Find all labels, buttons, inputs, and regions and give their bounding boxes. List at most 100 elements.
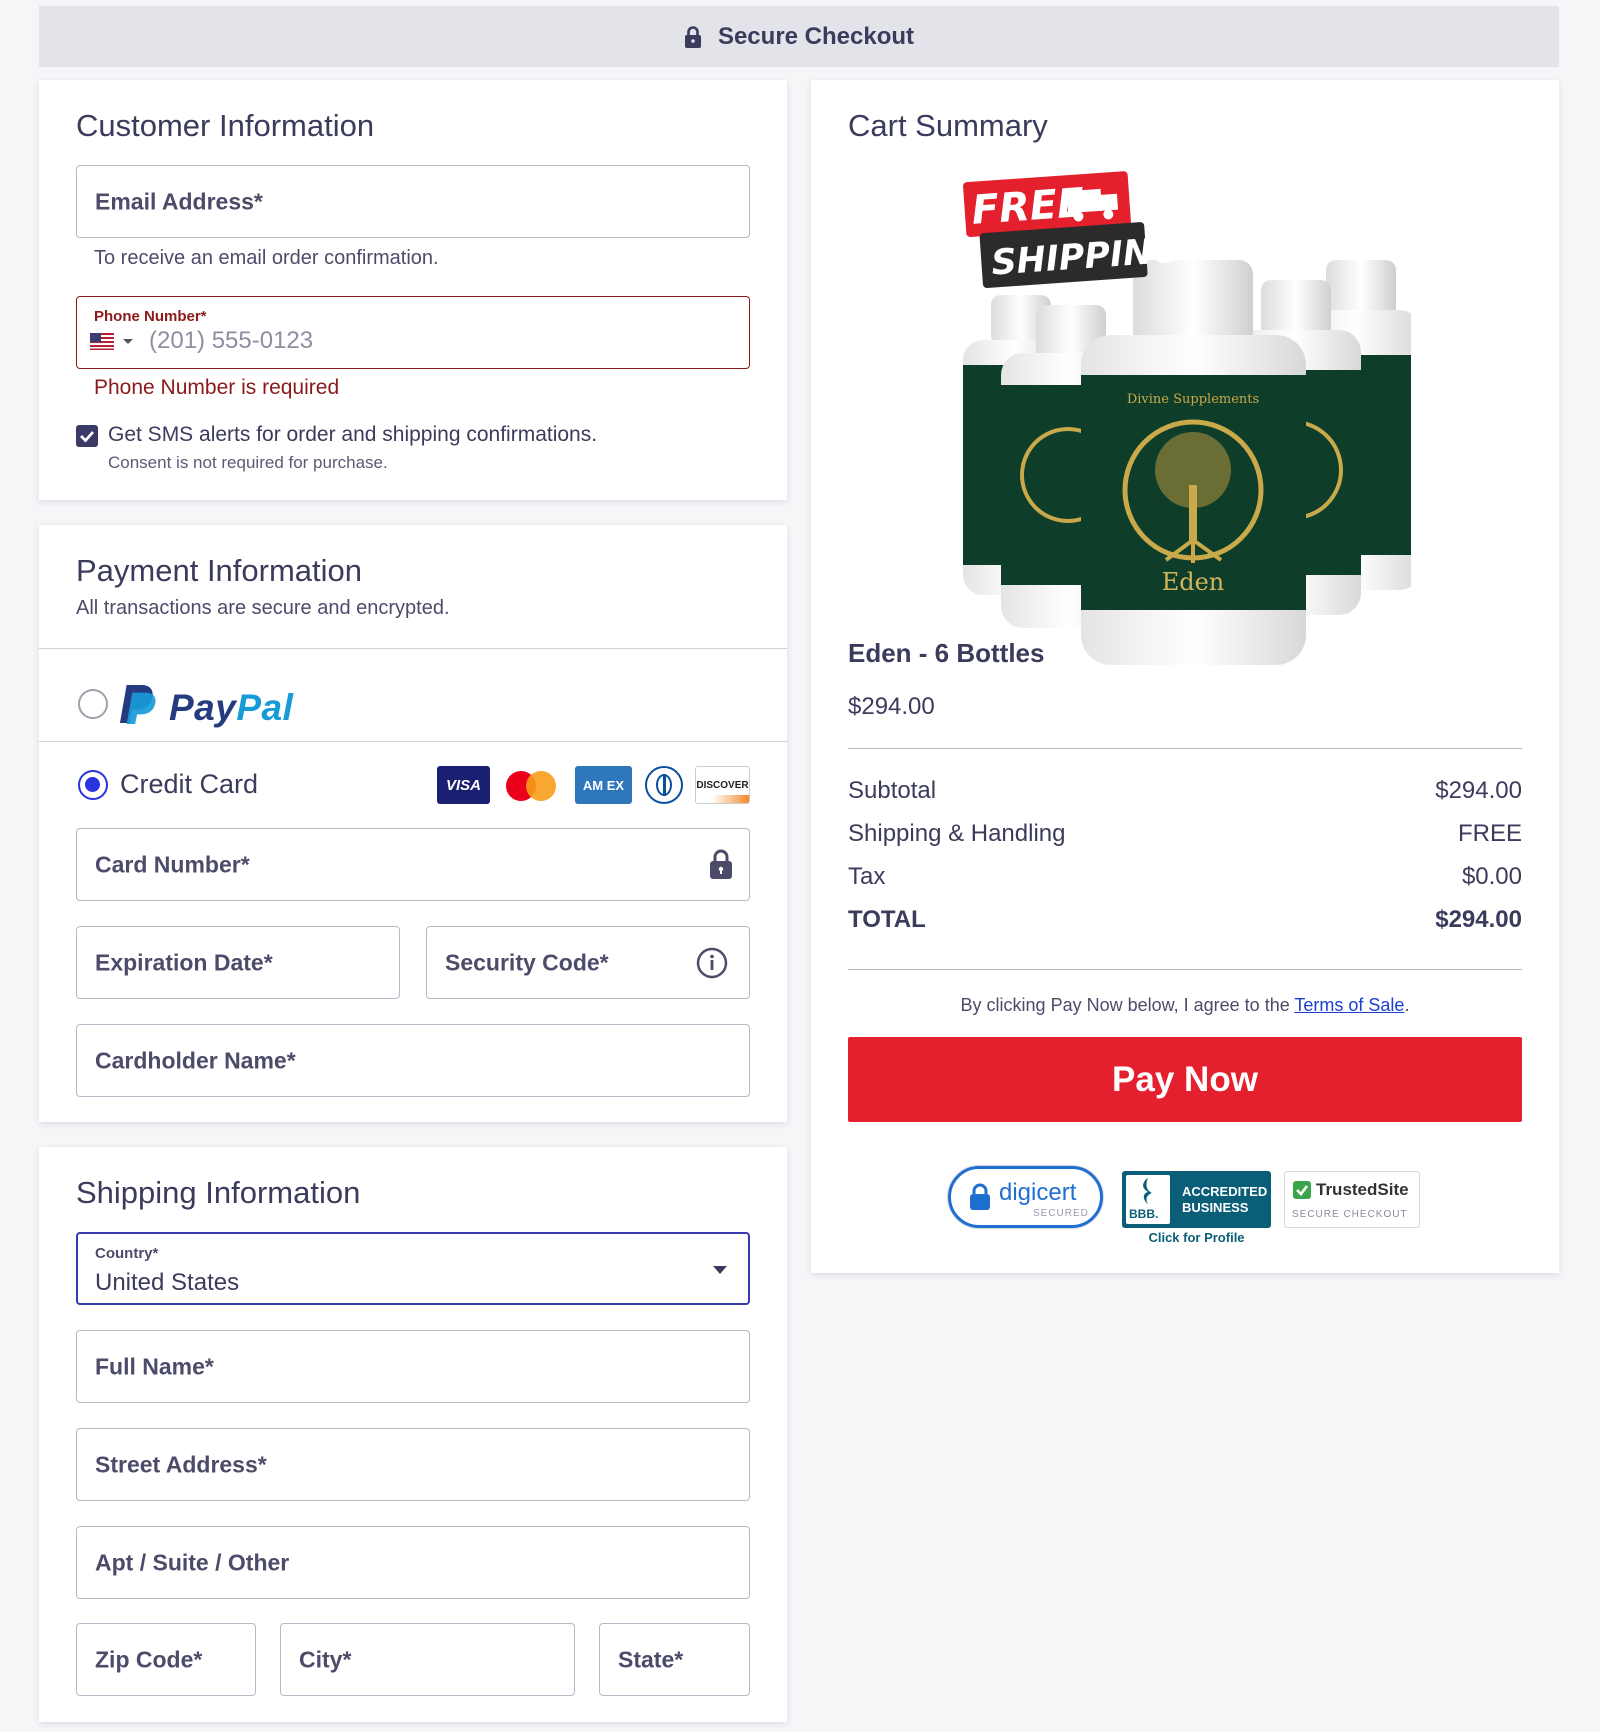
bbb-mark-text: BBB. (1129, 1207, 1159, 1221)
free-shipping-badge: FREE SHIPPING (963, 171, 1182, 289)
customer-information-title: Customer Information (76, 108, 375, 143)
expiration-date-field[interactable]: Expiration Date* (76, 926, 400, 999)
bottles-illustration: Divine Supplements Eden FREE SHIPPING (963, 171, 1421, 665)
country-code-selector[interactable] (90, 333, 134, 350)
full-name-label: Full Name* (95, 1353, 214, 1379)
security-code-label: Security Code* (445, 949, 609, 975)
secure-checkout-header: Secure Checkout (39, 6, 1559, 67)
shipping-information-title: Shipping Information (76, 1175, 361, 1210)
email-help-text: To receive an email order confirmation. (94, 247, 439, 269)
email-field-label: Email Address* (95, 188, 263, 214)
tax-value: $0.00 (1461, 863, 1522, 890)
payment-subtitle: All transactions are secure and encrypte… (76, 597, 450, 619)
us-flag-icon (90, 333, 114, 350)
divider (848, 748, 1522, 749)
state-label: State* (618, 1646, 684, 1672)
street-address-field[interactable]: Street Address* (76, 1428, 750, 1501)
paypal-logo-icon (119, 685, 156, 724)
bbb-badge[interactable]: BBB. ACCREDITED BUSINESS (1122, 1171, 1271, 1228)
cardholder-name-label: Cardholder Name* (95, 1047, 296, 1073)
terms-of-sale-link[interactable]: Terms of Sale (1294, 995, 1404, 1015)
product-name: Eden - 6 Bottles (848, 638, 1045, 668)
discover-logo-icon: DISCOVER (695, 766, 750, 804)
bottle-brand-text: Divine Supplements (1127, 392, 1259, 407)
mastercard-logo-icon (506, 771, 558, 801)
payment-information-title: Payment Information (76, 553, 363, 588)
pay-now-button[interactable]: Pay Now (848, 1037, 1522, 1122)
shipping-label: Shipping & Handling (848, 820, 1066, 847)
email-field[interactable]: Email Address* (76, 165, 750, 238)
padlock-icon (970, 1183, 990, 1210)
caret-down-icon (123, 338, 133, 344)
city-label: City* (299, 1646, 352, 1672)
phone-field-label: Phone Number* (94, 308, 207, 325)
city-field[interactable]: City* (280, 1623, 575, 1696)
paypal-wordmark-pal: Pal (236, 687, 294, 728)
shipping-value: FREE (1457, 820, 1522, 847)
divider (848, 969, 1522, 970)
diners-logo-icon (645, 766, 683, 804)
divider (39, 741, 787, 742)
trustedsite-sub-text: SECURE CHECKOUT (1292, 1209, 1408, 1220)
full-name-field[interactable]: Full Name* (76, 1330, 750, 1403)
security-code-field[interactable]: Security Code* (426, 926, 750, 999)
tax-label: Tax (848, 863, 886, 890)
country-select[interactable]: Country* United States (76, 1232, 750, 1305)
info-icon[interactable] (696, 947, 728, 979)
lock-icon (684, 25, 701, 48)
country-value: United States (95, 1269, 240, 1296)
subtotal-label: Subtotal (848, 777, 937, 804)
expiration-date-label: Expiration Date* (95, 949, 273, 975)
card-number-field[interactable]: Card Number* (76, 828, 750, 901)
lock-icon (710, 849, 732, 879)
header-title: Secure Checkout (717, 22, 915, 50)
digicert-badge[interactable]: digicert SECURED (948, 1166, 1103, 1228)
terms-suffix: . (1404, 995, 1410, 1015)
apt-suite-label: Apt / Suite / Other (95, 1549, 290, 1575)
chevron-down-icon (713, 1266, 727, 1274)
cart-summary-panel: Cart Summary Divine Supplements Eden FRE… (811, 80, 1559, 1273)
sms-consent-note: Consent is not required for purchase. (108, 453, 388, 472)
digicert-sub-text: SECURED (1033, 1208, 1089, 1219)
subtotal-value: $294.00 (1435, 777, 1522, 804)
bbb-click-for-profile-link[interactable]: Click for Profile (1122, 1230, 1271, 1245)
subtotal-row: Subtotal $294.00 (848, 777, 1522, 805)
sms-checkbox[interactable] (76, 425, 98, 447)
shipping-row: Shipping & Handling FREE (848, 820, 1522, 848)
paypal-radio[interactable] (78, 689, 108, 719)
tax-row: Tax $0.00 (848, 863, 1522, 891)
cardholder-name-field[interactable]: Cardholder Name* (76, 1024, 750, 1097)
country-label: Country* (95, 1245, 159, 1262)
customer-information-panel: Customer Information Email Address* To r… (39, 80, 787, 500)
bottle-name-text: Eden (1162, 568, 1225, 596)
apt-suite-field[interactable]: Apt / Suite / Other (76, 1526, 750, 1599)
street-address-label: Street Address* (95, 1451, 267, 1477)
bbb-accredited-text: ACCREDITED (1182, 1184, 1268, 1199)
total-row: TOTAL $294.00 (848, 906, 1522, 934)
checkmark-icon (80, 431, 95, 443)
digicert-text: digicert (999, 1179, 1077, 1206)
shipping-information-panel: Shipping Information Country* United Sta… (39, 1147, 787, 1722)
trustedsite-badge[interactable]: TrustedSite SECURE CHECKOUT (1284, 1171, 1420, 1228)
phone-error-message: Phone Number is required (94, 376, 340, 399)
paypal-wordmark-pay: Pay (169, 687, 237, 728)
trustedsite-text: TrustedSite (1316, 1180, 1409, 1199)
pay-now-label: Pay Now (1112, 1059, 1258, 1099)
total-value: $294.00 (1435, 906, 1522, 933)
terms-prefix: By clicking Pay Now below, I agree to th… (960, 995, 1295, 1015)
state-field[interactable]: State* (599, 1623, 750, 1696)
total-label: TOTAL (848, 906, 926, 933)
zip-code-field[interactable]: Zip Code* (76, 1623, 256, 1696)
amex-logo-icon: AM EX (575, 766, 632, 804)
sms-label[interactable]: Get SMS alerts for order and shipping co… (108, 423, 597, 447)
phone-field[interactable]: Phone Number* (201) 555-0123 (76, 296, 750, 369)
card-number-label: Card Number* (95, 851, 250, 877)
credit-card-label[interactable]: Credit Card (120, 769, 258, 800)
terms-notice: By clicking Pay Now below, I agree to th… (848, 995, 1522, 1016)
phone-placeholder: (201) 555-0123 (149, 327, 314, 354)
payment-information-panel: Payment Information All transactions are… (39, 525, 787, 1122)
product-price: $294.00 (848, 693, 935, 720)
credit-card-radio[interactable] (78, 770, 108, 800)
paypal-option[interactable]: PayPal (39, 649, 787, 766)
product-image: Divine Supplements Eden FREE SHIPPING (951, 165, 1421, 665)
